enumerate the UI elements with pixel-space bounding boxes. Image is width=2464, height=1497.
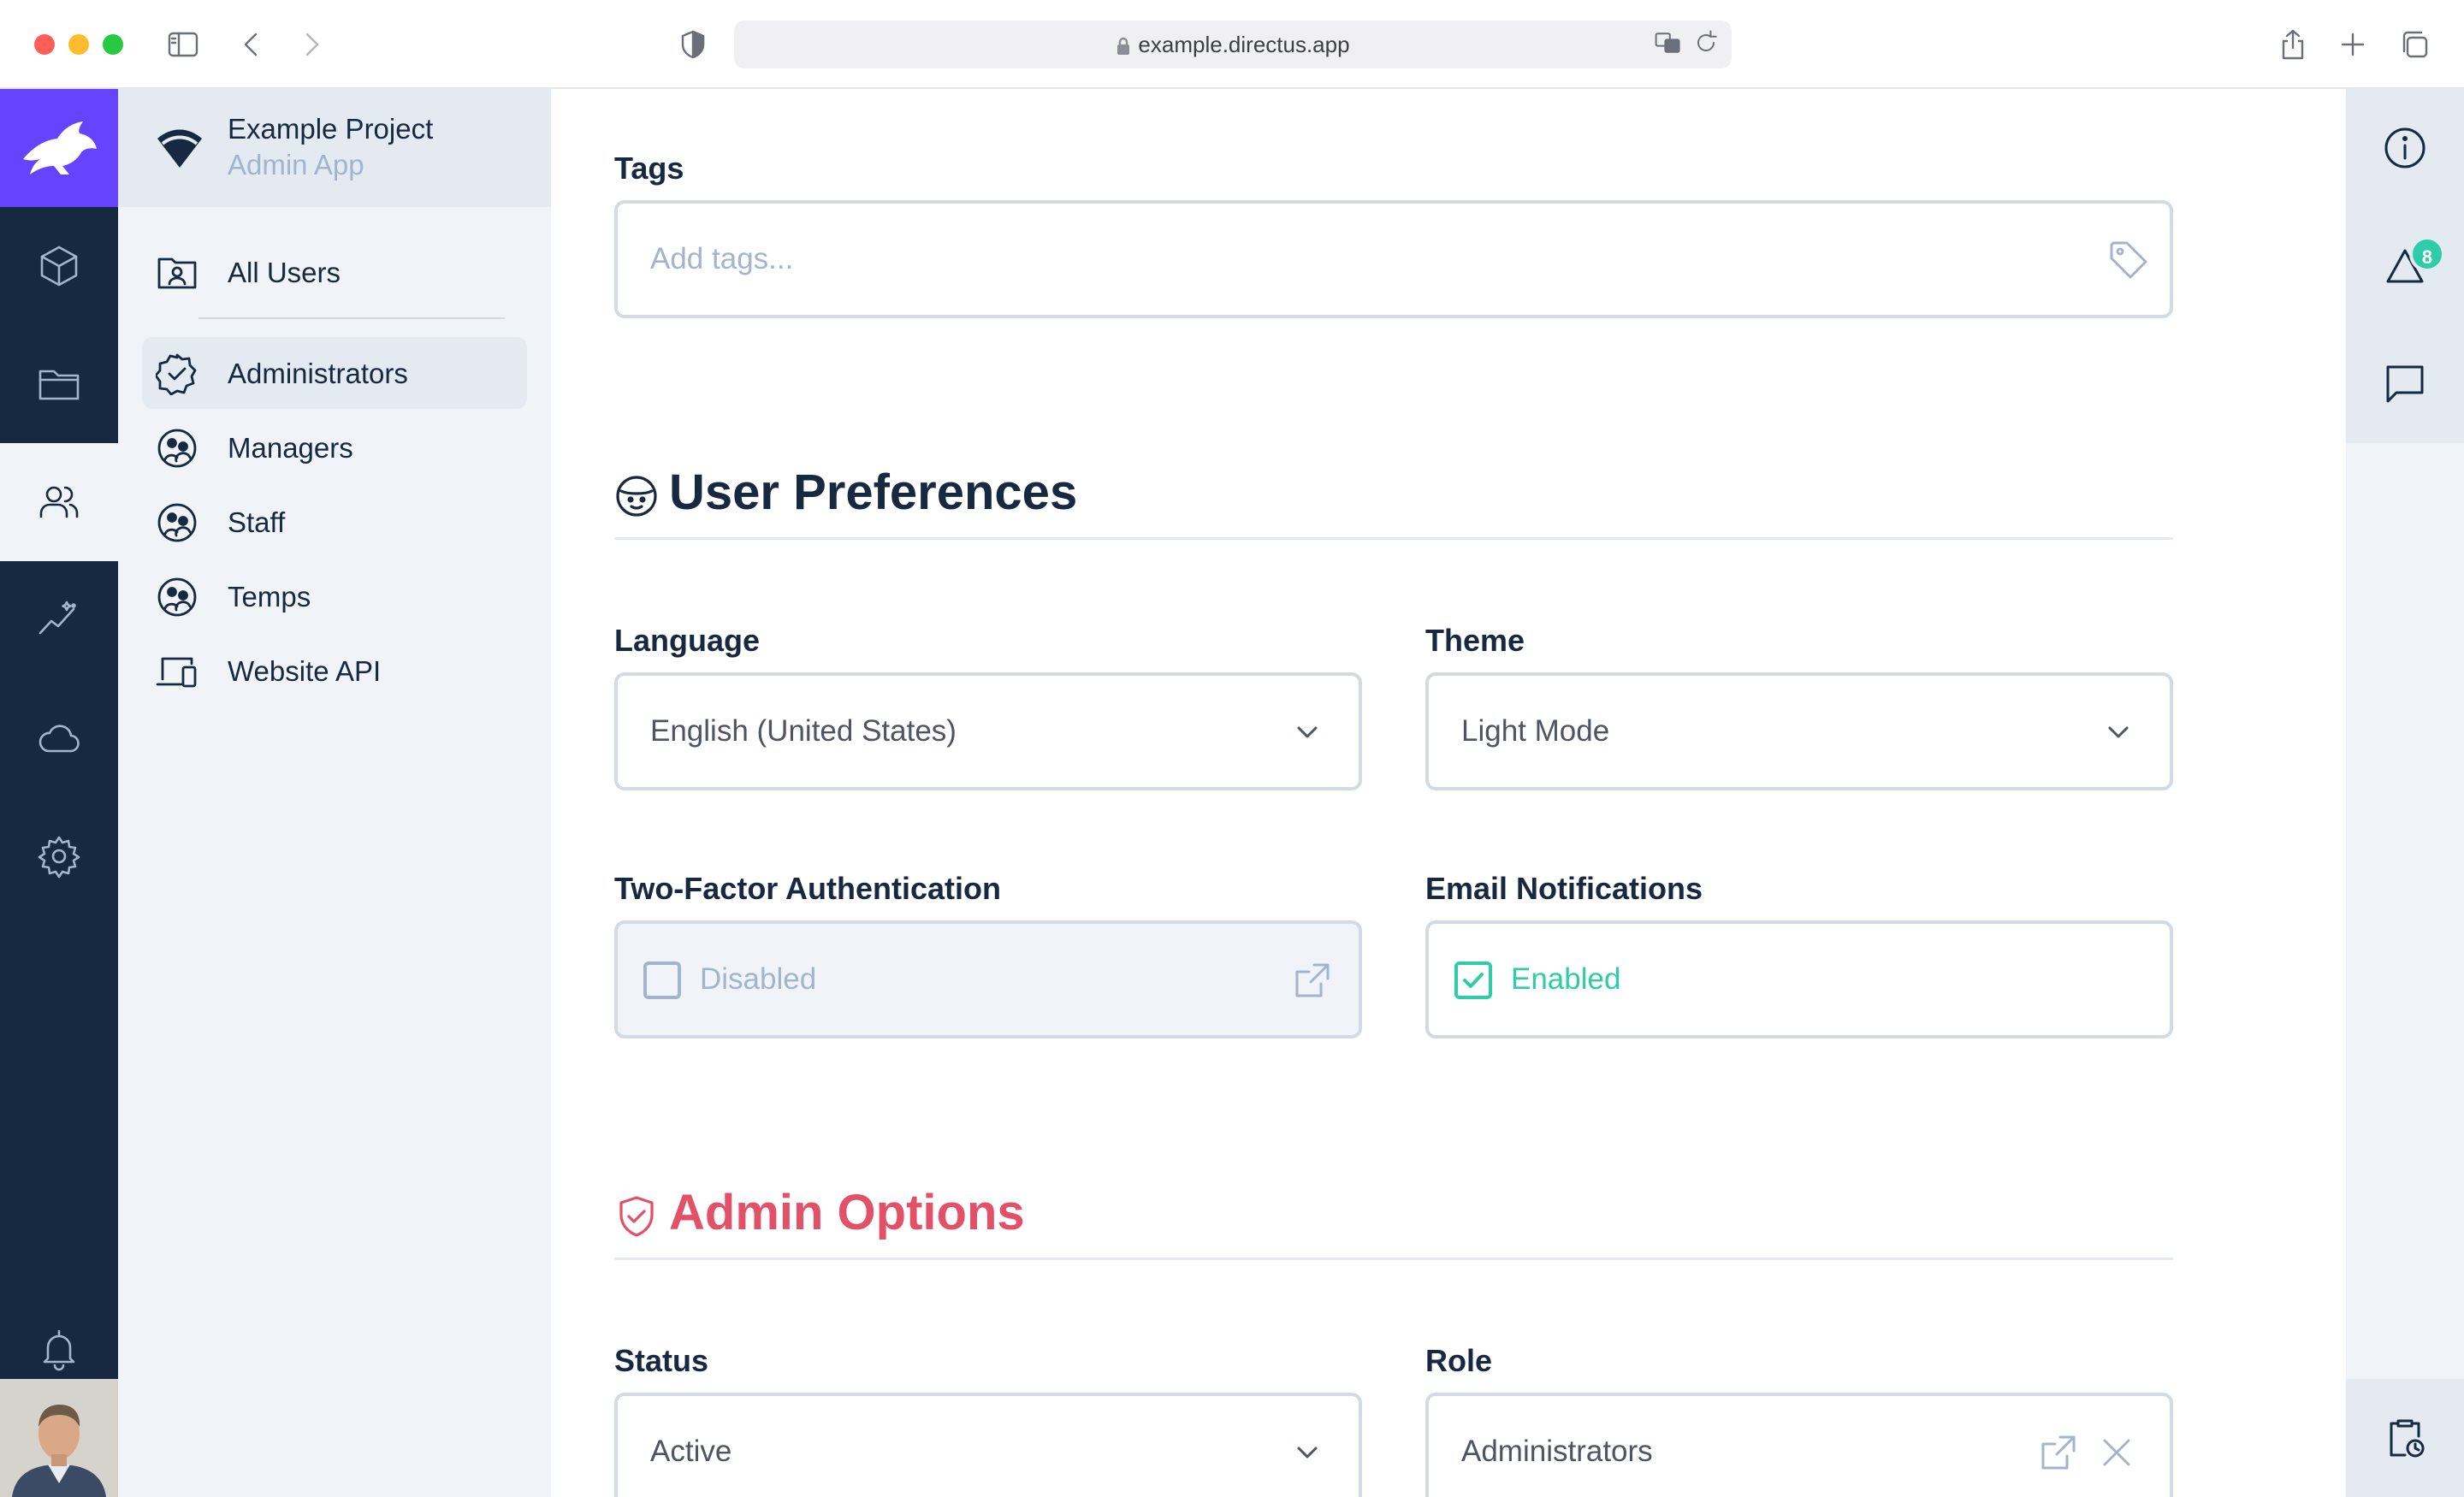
close-window-button[interactable] bbox=[34, 34, 55, 55]
url-text: example.directus.app bbox=[734, 21, 1732, 68]
admin-options-title: Admin Options bbox=[669, 1185, 1025, 1240]
revisions-delta-icon[interactable]: 8 bbox=[2346, 207, 2464, 325]
nav-item-website-api[interactable]: Website API bbox=[142, 635, 527, 707]
nav-item-label: Staff bbox=[228, 506, 286, 538]
theme-value: Light Mode bbox=[1461, 714, 1610, 748]
tag-icon bbox=[2106, 238, 2151, 282]
shield-check-icon bbox=[614, 1194, 659, 1239]
close-icon[interactable] bbox=[2094, 1430, 2139, 1475]
email-notifications-value: Enabled bbox=[1511, 962, 1621, 996]
tags-label: Tags bbox=[614, 151, 684, 186]
back-icon[interactable] bbox=[229, 22, 274, 67]
share-icon[interactable] bbox=[2271, 22, 2315, 67]
settings-module-gear-icon[interactable] bbox=[0, 797, 118, 915]
privacy-shield-icon[interactable] bbox=[671, 22, 715, 67]
open-external-icon[interactable] bbox=[2036, 1430, 2081, 1475]
two-factor-toggle[interactable]: Disabled bbox=[614, 920, 1362, 1038]
nav-item-label: Managers bbox=[228, 432, 353, 464]
revisions-count-badge: 8 bbox=[2409, 236, 2445, 272]
chevron-down-icon bbox=[1285, 1430, 1330, 1475]
maximize-window-button[interactable] bbox=[103, 34, 123, 55]
browser-toolbar: example.directus.app bbox=[0, 0, 2464, 89]
section-divider bbox=[614, 537, 2173, 540]
nav-item-all-users[interactable]: All Users bbox=[142, 236, 527, 308]
user-preferences-title: User Preferences bbox=[669, 464, 1078, 520]
content-module-box-icon[interactable] bbox=[0, 207, 118, 325]
role-value: Administrators bbox=[1461, 1435, 1653, 1468]
status-label: Status bbox=[614, 1343, 709, 1378]
info-icon[interactable] bbox=[2346, 89, 2464, 207]
section-divider bbox=[614, 1257, 2173, 1260]
nav-item-label: Website API bbox=[228, 655, 382, 687]
email-notifications-toggle[interactable]: Enabled bbox=[1425, 920, 2173, 1038]
open-external-icon[interactable] bbox=[1290, 958, 1335, 1003]
nav-item-managers[interactable]: Managers bbox=[142, 411, 527, 483]
minimize-window-button[interactable] bbox=[68, 34, 89, 55]
project-name: Example Project bbox=[228, 113, 434, 145]
cloud-module-cloud-icon[interactable] bbox=[0, 679, 118, 797]
sidebar-toggle-icon[interactable] bbox=[161, 22, 205, 67]
clipboard-clock-icon[interactable] bbox=[2346, 1379, 2464, 1497]
folder-user-icon bbox=[156, 251, 198, 294]
role-select[interactable]: Administrators bbox=[1425, 1393, 2173, 1497]
nav-item-label: Temps bbox=[228, 581, 311, 612]
translate-icon[interactable] bbox=[1653, 27, 1687, 62]
language-select[interactable]: English (United States) bbox=[614, 672, 1362, 790]
nav-item-staff[interactable]: Staff bbox=[142, 486, 527, 558]
face-group-icon bbox=[156, 501, 198, 544]
module-bar bbox=[0, 89, 118, 1497]
project-header[interactable]: Example Project Admin App bbox=[118, 89, 551, 207]
nav-item-label: Administrators bbox=[228, 358, 408, 389]
nav-item-temps[interactable]: Temps bbox=[142, 560, 527, 632]
face-icon bbox=[614, 474, 659, 518]
comments-icon[interactable] bbox=[2346, 325, 2464, 443]
forward-icon[interactable] bbox=[289, 22, 334, 67]
address-bar[interactable]: example.directus.app bbox=[734, 21, 1732, 68]
new-tab-icon[interactable] bbox=[2331, 22, 2375, 67]
language-label: Language bbox=[614, 623, 761, 658]
theme-label: Theme bbox=[1425, 623, 1525, 658]
email-notifications-label: Email Notifications bbox=[1425, 871, 1703, 906]
tab-overview-icon[interactable] bbox=[2392, 22, 2437, 67]
nav-divider bbox=[198, 317, 505, 319]
reload-icon[interactable] bbox=[1691, 27, 1725, 62]
status-value: Active bbox=[650, 1435, 732, 1468]
directus-logo[interactable] bbox=[0, 89, 118, 207]
devices-icon bbox=[156, 650, 198, 693]
right-sidebar: 8 bbox=[2346, 89, 2464, 1497]
chevron-down-icon bbox=[1285, 710, 1330, 754]
face-group-icon bbox=[156, 427, 198, 470]
face-group-icon bbox=[156, 576, 198, 618]
project-subtitle: Admin App bbox=[228, 149, 364, 180]
navigation-sidebar: Example Project Admin App All Users Admi… bbox=[118, 89, 551, 1497]
verified-badge-icon bbox=[154, 352, 198, 396]
two-factor-label: Two-Factor Authentication bbox=[614, 871, 1001, 906]
two-factor-value: Disabled bbox=[700, 962, 817, 996]
nav-item-administrators[interactable]: Administrators bbox=[142, 337, 527, 409]
lock-icon bbox=[1117, 37, 1130, 56]
chevron-down-icon bbox=[2096, 710, 2141, 754]
files-module-folder-icon[interactable] bbox=[0, 325, 118, 443]
user-avatar[interactable] bbox=[0, 1379, 118, 1497]
tags-placeholder: Add tags... bbox=[650, 242, 794, 275]
insights-module-insights-icon[interactable] bbox=[0, 561, 118, 679]
wifi-project-icon bbox=[157, 129, 202, 168]
role-label: Role bbox=[1425, 1343, 1493, 1378]
user-form: Tags Add tags... User Preferences Langua… bbox=[551, 89, 2346, 1497]
language-value: English (United States) bbox=[650, 714, 957, 748]
status-select[interactable]: Active bbox=[614, 1393, 1362, 1497]
nav-item-label: All Users bbox=[228, 257, 341, 288]
theme-select[interactable]: Light Mode bbox=[1425, 672, 2173, 790]
two-factor-checkbox[interactable] bbox=[643, 962, 681, 999]
users-module-users-icon[interactable] bbox=[0, 443, 118, 561]
email-notifications-checkbox[interactable] bbox=[1454, 962, 1492, 999]
tags-input[interactable]: Add tags... bbox=[614, 200, 2173, 318]
